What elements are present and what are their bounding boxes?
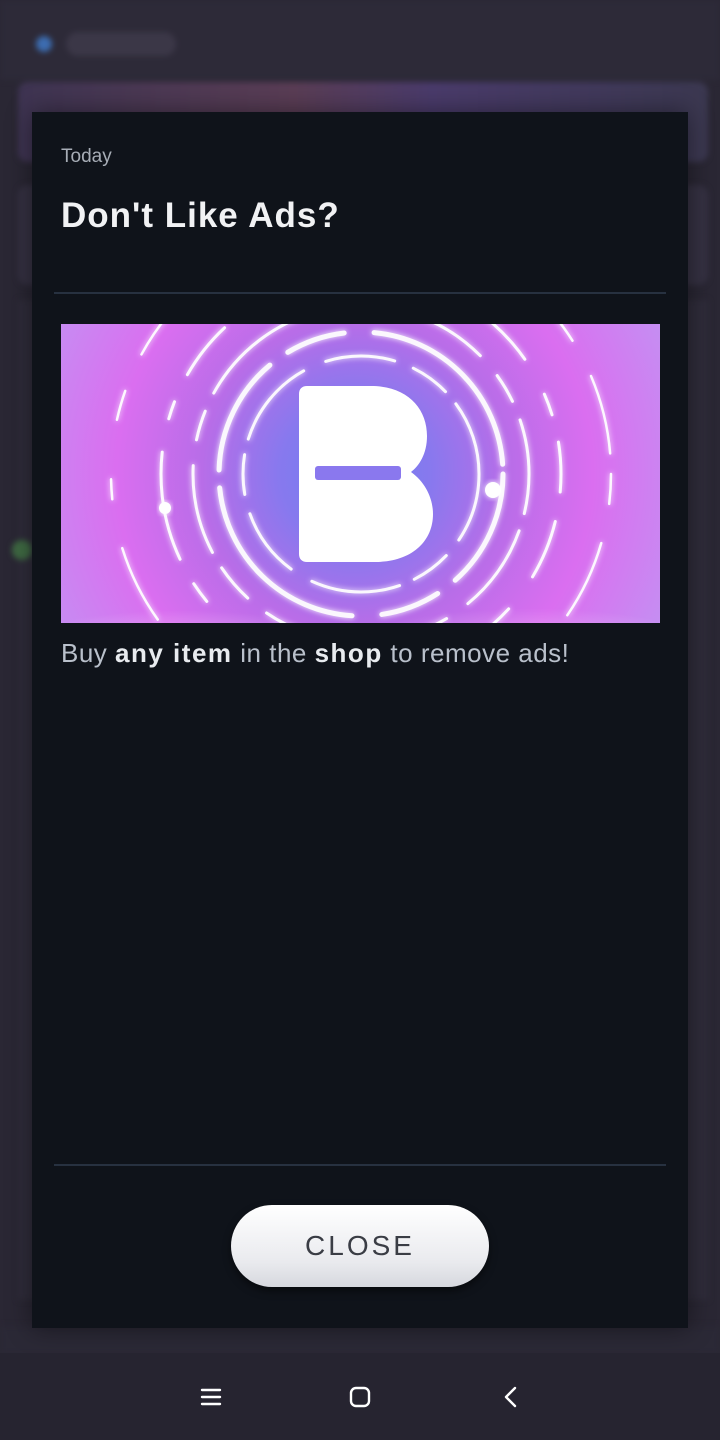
dialog-message: Buy any item in the shop to remove ads! xyxy=(61,638,661,669)
message-emphasis-shop: shop xyxy=(314,638,383,668)
system-nav-bar xyxy=(0,1353,720,1440)
message-emphasis-item: any item xyxy=(115,638,233,668)
promo-image xyxy=(61,324,660,623)
b-logo-icon xyxy=(299,386,433,562)
background-bottom-bar xyxy=(0,1326,720,1354)
message-text: Buy xyxy=(61,638,116,668)
ad-dialog: Today Don't Like Ads? Buy any item in th… xyxy=(32,112,688,1328)
background-status-dot xyxy=(36,36,52,52)
message-text: to remove ads! xyxy=(382,638,570,668)
back-icon[interactable] xyxy=(491,1379,531,1415)
dialog-date: Today xyxy=(61,146,112,167)
home-icon[interactable] xyxy=(340,1379,380,1415)
background-header-pill xyxy=(66,32,176,56)
divider xyxy=(54,1164,666,1166)
menu-icon[interactable] xyxy=(191,1379,231,1415)
background-indicator xyxy=(12,540,32,560)
dialog-title: Don't Like Ads? xyxy=(61,196,340,235)
close-button[interactable]: CLOSE xyxy=(231,1205,489,1287)
message-text: in the xyxy=(232,638,315,668)
divider xyxy=(54,292,666,294)
